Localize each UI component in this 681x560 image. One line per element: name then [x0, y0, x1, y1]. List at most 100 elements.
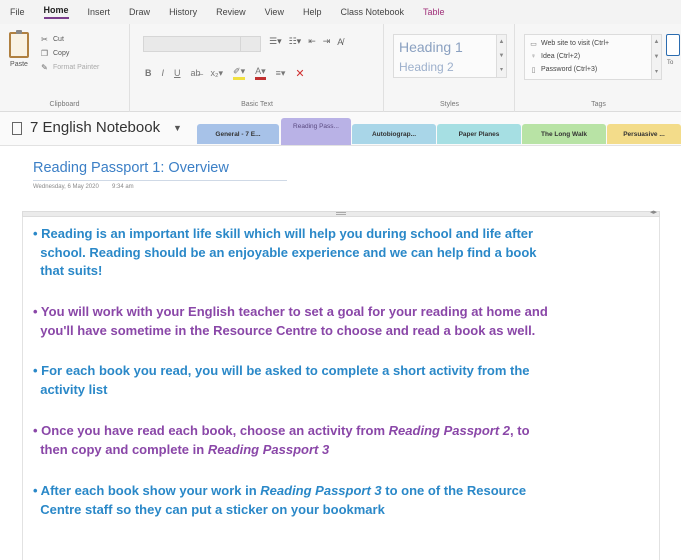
text-run: activity list [33, 381, 108, 397]
copy-icon: ❐ [40, 48, 49, 58]
paintbrush-icon: ✎ [41, 62, 48, 72]
todo-tag-button[interactable] [666, 34, 680, 56]
decrease-indent-icon[interactable]: ⇤ [308, 36, 316, 47]
menu-tab-table[interactable]: Table [423, 7, 445, 17]
tag-item[interactable]: ▭ Web site to visit (Ctrl+ [529, 37, 647, 50]
clipboard-group: Paste ✂ Cut ❐ Copy ✎ Format Painter Clipboa… [0, 24, 130, 112]
tag-item-label: Password (Ctrl+3) [541, 66, 598, 73]
paragraph-line: • Reading is an important life skill whi… [33, 225, 633, 244]
tags-group: ▭ Web site to visit (Ctrl+ ♀ Idea (Ctrl+2)… [516, 24, 681, 112]
paragraph-line: • After each book show your work in Read… [33, 482, 633, 501]
heading1-style[interactable]: Heading 1 [399, 39, 463, 55]
clear-format-icon[interactable]: A̸ [337, 37, 343, 47]
tags-group-label: Tags [591, 101, 606, 108]
notebook-title[interactable]: 7 English Notebook [30, 119, 160, 136]
increase-indent-icon[interactable]: ⇥ [323, 36, 331, 47]
format-painter-label: Format Painter [53, 63, 100, 71]
font-color-icon[interactable]: A▾ [255, 66, 266, 80]
tags-gallery[interactable]: ▭ Web site to visit (Ctrl+ ♀ Idea (Ctrl+2)… [524, 34, 652, 80]
copy-button[interactable]: ❐ Copy [40, 46, 99, 60]
paragraph-line: activity list [33, 381, 633, 400]
styles-gallery[interactable]: Heading 1 Heading 2 [393, 34, 497, 78]
menu-tab-draw[interactable]: Draw [129, 7, 150, 17]
ribbon: Paste ✂ Cut ❐ Copy ✎ Format Painter Clipboa… [0, 24, 681, 112]
clipboard-group-label: Clipboard [49, 101, 80, 108]
section-tab[interactable]: Paper Planes [437, 124, 521, 144]
page-date: Wednesday, 6 May 2020 [33, 184, 99, 190]
menu-tab-insert[interactable]: Insert [88, 7, 111, 17]
paragraph-line: you'll have sometime in the Resource Cen… [33, 322, 633, 341]
text-run: school. Reading should be an enjoyable e… [33, 244, 537, 260]
bullet-paragraph[interactable]: • For each book you read, you will be as… [33, 362, 633, 399]
font-name-dropdown[interactable] [143, 36, 241, 52]
menu-tab-view[interactable]: View [265, 7, 284, 17]
bold-icon[interactable]: B [145, 68, 152, 78]
menu-tab-history[interactable]: History [169, 7, 197, 17]
text-run: to one of the Resource [381, 483, 527, 498]
paragraph-line: • Once you have read each book, choose a… [33, 422, 633, 441]
bullet-paragraph[interactable]: • After each book show your work in Read… [33, 482, 633, 519]
page-title[interactable]: Reading Passport 1: Overview [33, 160, 229, 176]
note-outline[interactable]: • Reading is an important life skill whi… [22, 217, 660, 560]
bullet-paragraph[interactable]: • You will work with your English teache… [33, 303, 633, 340]
styles-group-label: Styles [439, 101, 460, 108]
heading2-style[interactable]: Heading 2 [399, 60, 454, 74]
tags-scroll[interactable]: ▲ ▼ ▾ [652, 34, 662, 80]
tag-item-label: Web site to visit (Ctrl+ [541, 40, 610, 47]
styles-group: Heading 1 Heading 2 ▲ ▼ ▾ Styles [385, 24, 515, 112]
numbered-list-icon[interactable]: ☷▾ [289, 36, 302, 47]
section-tab-bar: 7 English Notebook ▼ General - 7 E... Rea… [0, 112, 681, 146]
format-painter-button[interactable]: ✎ Format Painter [40, 60, 99, 74]
strikethrough-icon[interactable]: ab̶ [191, 68, 201, 78]
italic-run: Reading Passport 2 [388, 423, 511, 438]
text-run: Centre staff so they can put a sticker o… [33, 501, 385, 517]
page-canvas[interactable]: Reading Passport 1: Overview Wednesday, … [0, 146, 681, 560]
web-icon: ▭ [530, 40, 537, 48]
basic-text-group-label: Basic Text [241, 101, 273, 108]
lightbulb-icon: ♀ [530, 53, 537, 60]
text-run: • You will work with your English teache… [33, 304, 548, 319]
text-run: then copy and complete in [33, 441, 208, 457]
subscript-icon[interactable]: x₂▾ [211, 68, 224, 79]
bullet-list-icon[interactable]: ☰▾ [269, 36, 282, 47]
chevron-down-icon[interactable]: ▼ [173, 123, 182, 133]
cut-button[interactable]: ✂ Cut [40, 32, 99, 46]
title-underline [33, 180, 287, 181]
text-run: that suits! [33, 263, 103, 278]
tag-item[interactable]: ▯ Password (Ctrl+3) [529, 63, 647, 76]
underline-icon[interactable]: U [174, 68, 181, 78]
section-tab[interactable]: Persuasive ... [607, 124, 681, 144]
section-tab[interactable]: Reading Pass... [281, 118, 351, 145]
bullet-paragraph[interactable]: • Reading is an important life skill whi… [33, 225, 633, 281]
text-run: • After each book show your work in [33, 483, 261, 498]
menu-tab-file[interactable]: File [10, 7, 25, 17]
basic-text-group: ☰▾ ☷▾ ⇤ ⇥ A̸ B I U ab̶ x₂▾ ✐▾ A▾ ≡▾ ✕ Ba… [131, 24, 384, 112]
todo-tag-label: To [667, 60, 674, 66]
outline-resize-icon[interactable]: ◂▸ [650, 208, 657, 216]
notebook-icon [12, 122, 22, 135]
section-tab[interactable]: Autobiograp... [352, 124, 436, 144]
paste-button[interactable]: Paste [4, 30, 34, 82]
styles-scroll[interactable]: ▲ ▼ ▾ [497, 34, 507, 78]
copy-label: Copy [53, 49, 70, 57]
scissors-icon: ✂ [41, 34, 48, 44]
highlight-icon[interactable]: ✐▾ [233, 66, 246, 80]
paragraph-line: school. Reading should be an enjoyable e… [33, 244, 633, 263]
text-run: • Reading is an important life skill whi… [33, 226, 534, 241]
align-icon[interactable]: ≡▾ [276, 68, 286, 79]
menu-tab-review[interactable]: Review [216, 7, 246, 17]
menu-tab-help[interactable]: Help [303, 7, 322, 17]
font-size-dropdown[interactable] [241, 36, 261, 52]
italic-icon[interactable]: I [162, 68, 165, 78]
menu-tab-class-notebook[interactable]: Class Notebook [340, 7, 404, 17]
paste-label: Paste [10, 61, 28, 68]
drag-handle-icon[interactable] [336, 212, 346, 215]
tag-item[interactable]: ♀ Idea (Ctrl+2) [529, 50, 647, 63]
section-tab[interactable]: The Long Walk [522, 124, 606, 144]
paragraph-line: • For each book you read, you will be as… [33, 362, 633, 381]
italic-run: Reading Passport 3 [260, 483, 382, 498]
menu-tab-home[interactable]: Home [43, 5, 69, 19]
clear-formatting-icon[interactable]: ✕ [295, 67, 304, 80]
bullet-paragraph[interactable]: • Once you have read each book, choose a… [33, 422, 633, 459]
section-tab[interactable]: General - 7 E... [197, 124, 279, 144]
